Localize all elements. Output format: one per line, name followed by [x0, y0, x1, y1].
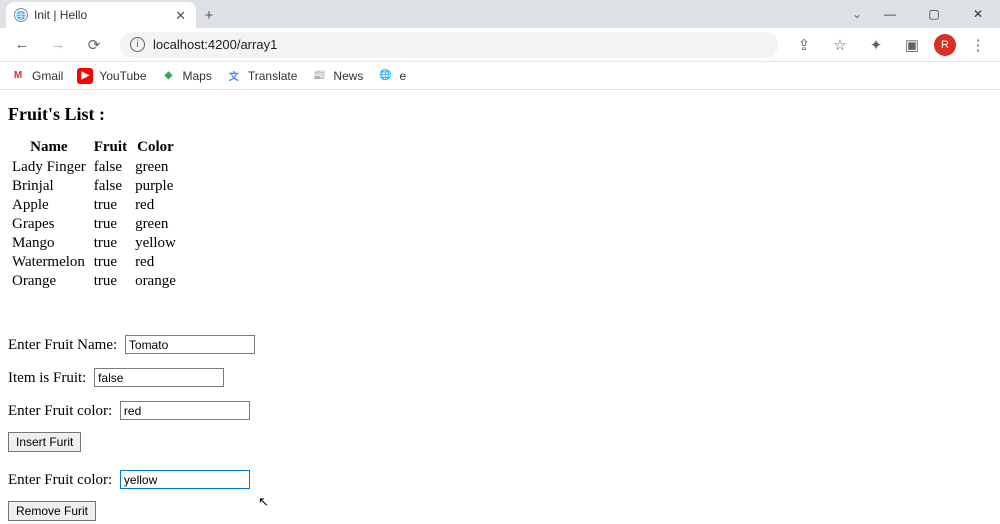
cell-color: green — [131, 215, 180, 234]
remove-color-label: Enter Fruit color: — [8, 472, 112, 488]
page-content: Fruit's List : Name Fruit Color Lady Fin… — [0, 90, 1000, 524]
insert-fruit-group: Item is Fruit: — [8, 368, 992, 387]
bookmark-star-icon[interactable]: ☆ — [826, 31, 854, 59]
cell-name: Lady Finger — [8, 158, 90, 177]
cell-fruit: false — [90, 177, 131, 196]
remove-button[interactable]: Remove Furit — [8, 501, 96, 521]
bookmark-item[interactable]: ▶ YouTube — [77, 68, 146, 84]
cell-fruit: true — [90, 234, 131, 253]
window-controls: ⌄ — ▢ ✕ — [852, 0, 1000, 28]
bookmark-icon: 🌐 — [377, 68, 393, 84]
menu-icon[interactable]: ⋮ — [964, 31, 992, 59]
new-tab-button[interactable]: + — [196, 2, 222, 28]
tab-strip: 🌐 Init | Hello ✕ + — [0, 0, 222, 28]
bookmark-label: Translate — [248, 69, 298, 83]
maximize-button[interactable]: ▢ — [912, 0, 956, 28]
insert-name-group: Enter Fruit Name: — [8, 335, 992, 354]
tab-title: Init | Hello — [34, 8, 87, 22]
bookmark-label: YouTube — [99, 69, 146, 83]
bookmark-icon: ▶ — [77, 68, 93, 84]
table-row: Orangetrueorange — [8, 272, 180, 291]
insert-color-group: Enter Fruit color: — [8, 401, 992, 420]
cell-name: Apple — [8, 196, 90, 215]
close-window-button[interactable]: ✕ — [956, 0, 1000, 28]
insert-color-input[interactable] — [120, 401, 250, 420]
site-info-icon[interactable]: i — [130, 37, 145, 52]
minimize-button[interactable]: — — [868, 0, 912, 28]
toolbar: ← → ⟳ i localhost:4200/array1 ⇪ ☆ ✦ ▣ R … — [0, 28, 1000, 62]
bookmark-item[interactable]: 📰 News — [311, 68, 363, 84]
back-button[interactable]: ← — [8, 31, 36, 59]
share-icon[interactable]: ⇪ — [790, 31, 818, 59]
extensions-icon[interactable]: ✦ — [862, 31, 890, 59]
bookmark-item[interactable]: 🌐e — [377, 68, 406, 84]
profile-avatar[interactable]: R — [934, 34, 956, 56]
table-row: Mangotrueyellow — [8, 234, 180, 253]
cell-fruit: false — [90, 158, 131, 177]
bookmark-icon: 文 — [226, 68, 242, 84]
tab-search-icon[interactable]: ⌄ — [852, 7, 868, 21]
insert-name-label: Enter Fruit Name: — [8, 337, 117, 353]
cell-name: Brinjal — [8, 177, 90, 196]
cell-name: Watermelon — [8, 253, 90, 272]
bookmark-item[interactable]: ◆ Maps — [161, 68, 212, 84]
cell-color: yellow — [131, 234, 180, 253]
cursor-icon: ↖ — [258, 494, 269, 510]
table-row: Appletruered — [8, 196, 180, 215]
col-name: Name — [8, 139, 90, 158]
sidepanel-icon[interactable]: ▣ — [898, 31, 926, 59]
bookmark-icon: 📰 — [311, 68, 327, 84]
cell-color: green — [131, 158, 180, 177]
cell-fruit: true — [90, 272, 131, 291]
col-color: Color — [131, 139, 180, 158]
titlebar: 🌐 Init | Hello ✕ + ⌄ — ▢ ✕ — [0, 0, 1000, 28]
bookmark-item[interactable]: 文 Translate — [226, 68, 298, 84]
cell-name: Grapes — [8, 215, 90, 234]
insert-color-label: Enter Fruit color: — [8, 403, 112, 419]
insert-name-input[interactable] — [125, 335, 255, 354]
close-tab-icon[interactable]: ✕ — [173, 7, 188, 24]
insert-fruit-input[interactable] — [94, 368, 224, 387]
cell-color: purple — [131, 177, 180, 196]
bookmark-icon: M — [10, 68, 26, 84]
reload-button[interactable]: ⟳ — [80, 31, 108, 59]
table-row: Lady Fingerfalsegreen — [8, 158, 180, 177]
forward-button[interactable]: → — [44, 31, 72, 59]
address-bar[interactable]: i localhost:4200/array1 — [120, 32, 778, 58]
url-text: localhost:4200/array1 — [153, 37, 277, 52]
cell-name: Orange — [8, 272, 90, 291]
cell-fruit: true — [90, 253, 131, 272]
bookmark-label: Gmail — [32, 69, 63, 83]
cell-fruit: true — [90, 215, 131, 234]
cell-name: Mango — [8, 234, 90, 253]
table-row: Brinjalfalsepurple — [8, 177, 180, 196]
insert-button[interactable]: Insert Furit — [8, 432, 81, 452]
remove-color-group: Enter Fruit color: — [8, 470, 992, 489]
cell-fruit: true — [90, 196, 131, 215]
browser-tab[interactable]: 🌐 Init | Hello ✕ — [6, 2, 196, 28]
bookmark-label: e — [399, 69, 406, 83]
globe-icon: 🌐 — [14, 8, 28, 22]
bookmark-label: Maps — [183, 69, 212, 83]
cell-color: orange — [131, 272, 180, 291]
insert-fruit-label: Item is Fruit: — [8, 370, 86, 386]
remove-color-input[interactable] — [120, 470, 250, 489]
bookmark-item[interactable]: M Gmail — [10, 68, 63, 84]
cell-color: red — [131, 196, 180, 215]
table-row: Watermelontruered — [8, 253, 180, 272]
bookmark-icon: ◆ — [161, 68, 177, 84]
bookmarks-bar: MGmail▶YouTube◆Maps文Translate📰News🌐e — [0, 62, 1000, 90]
col-fruit: Fruit — [90, 139, 131, 158]
table-row: Grapestruegreen — [8, 215, 180, 234]
cell-color: red — [131, 253, 180, 272]
page-heading: Fruit's List : — [8, 104, 992, 125]
bookmark-label: News — [333, 69, 363, 83]
fruits-table: Name Fruit Color Lady FingerfalsegreenBr… — [8, 139, 180, 291]
